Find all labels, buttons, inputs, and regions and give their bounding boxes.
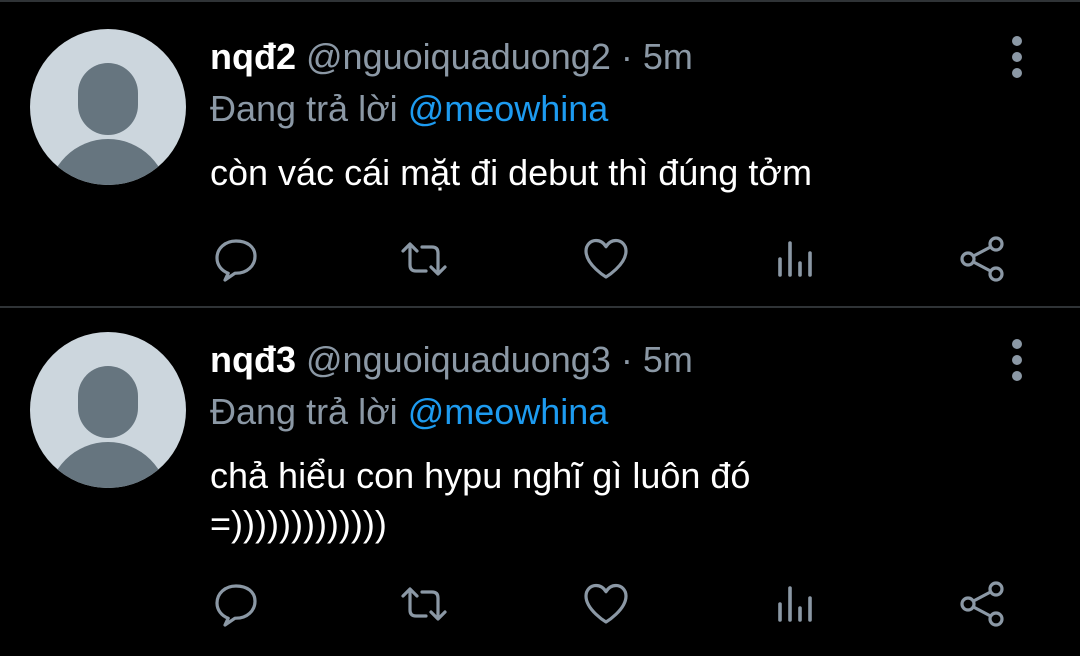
tweet-actions bbox=[0, 233, 1080, 293]
avatar-body bbox=[48, 139, 168, 185]
separator-dot: · bbox=[620, 36, 633, 77]
like-icon[interactable] bbox=[580, 233, 632, 285]
more-options-icon[interactable] bbox=[1004, 35, 1030, 79]
display-name[interactable]: nqđ2 bbox=[210, 36, 296, 77]
reply-icon[interactable] bbox=[210, 233, 262, 285]
avatar-head bbox=[78, 366, 138, 438]
mention-link[interactable]: @meowhina bbox=[408, 391, 609, 432]
tweet-time[interactable]: 5m bbox=[643, 339, 693, 380]
tweet[interactable]: nqđ2 @nguoiquaduong2 · 5m Đang trả lời @… bbox=[0, 3, 1080, 308]
divider bbox=[0, 0, 1080, 2]
tweet-header: nqđ3 @nguoiquaduong3 · 5m bbox=[210, 336, 693, 384]
avatar[interactable] bbox=[30, 332, 186, 488]
user-handle[interactable]: @nguoiquaduong3 bbox=[306, 339, 611, 380]
tweet-time[interactable]: 5m bbox=[643, 36, 693, 77]
tweet-text: chả hiểu con hypu nghĩ gì luôn đó =)))))… bbox=[210, 455, 751, 544]
tweet[interactable]: nqđ3 @nguoiquaduong3 · 5m Đang trả lời @… bbox=[0, 306, 1080, 627]
views-icon[interactable] bbox=[770, 578, 822, 630]
separator-dot: · bbox=[620, 339, 633, 380]
tweet-text: còn vác cái mặt đi debut thì đúng tởm bbox=[210, 152, 812, 193]
share-icon[interactable] bbox=[956, 578, 1008, 630]
replying-prefix: Đang trả lời bbox=[210, 88, 408, 129]
replying-to: Đang trả lời @meowhina bbox=[210, 85, 608, 133]
retweet-icon[interactable] bbox=[398, 578, 450, 630]
more-options-icon[interactable] bbox=[1004, 338, 1030, 382]
avatar-body bbox=[48, 442, 168, 488]
avatar-head bbox=[78, 63, 138, 135]
tweet-actions bbox=[0, 578, 1080, 638]
views-icon[interactable] bbox=[770, 233, 822, 285]
replying-prefix: Đang trả lời bbox=[210, 391, 408, 432]
retweet-icon[interactable] bbox=[398, 233, 450, 285]
like-icon[interactable] bbox=[580, 578, 632, 630]
replying-to: Đang trả lời @meowhina bbox=[210, 388, 608, 436]
avatar[interactable] bbox=[30, 29, 186, 185]
user-handle[interactable]: @nguoiquaduong2 bbox=[306, 36, 611, 77]
share-icon[interactable] bbox=[956, 233, 1008, 285]
tweet-header: nqđ2 @nguoiquaduong2 · 5m bbox=[210, 33, 693, 81]
mention-link[interactable]: @meowhina bbox=[408, 88, 609, 129]
reply-icon[interactable] bbox=[210, 578, 262, 630]
tweet-feed: nqđ2 @nguoiquaduong2 · 5m Đang trả lời @… bbox=[0, 0, 1080, 656]
display-name[interactable]: nqđ3 bbox=[210, 339, 296, 380]
